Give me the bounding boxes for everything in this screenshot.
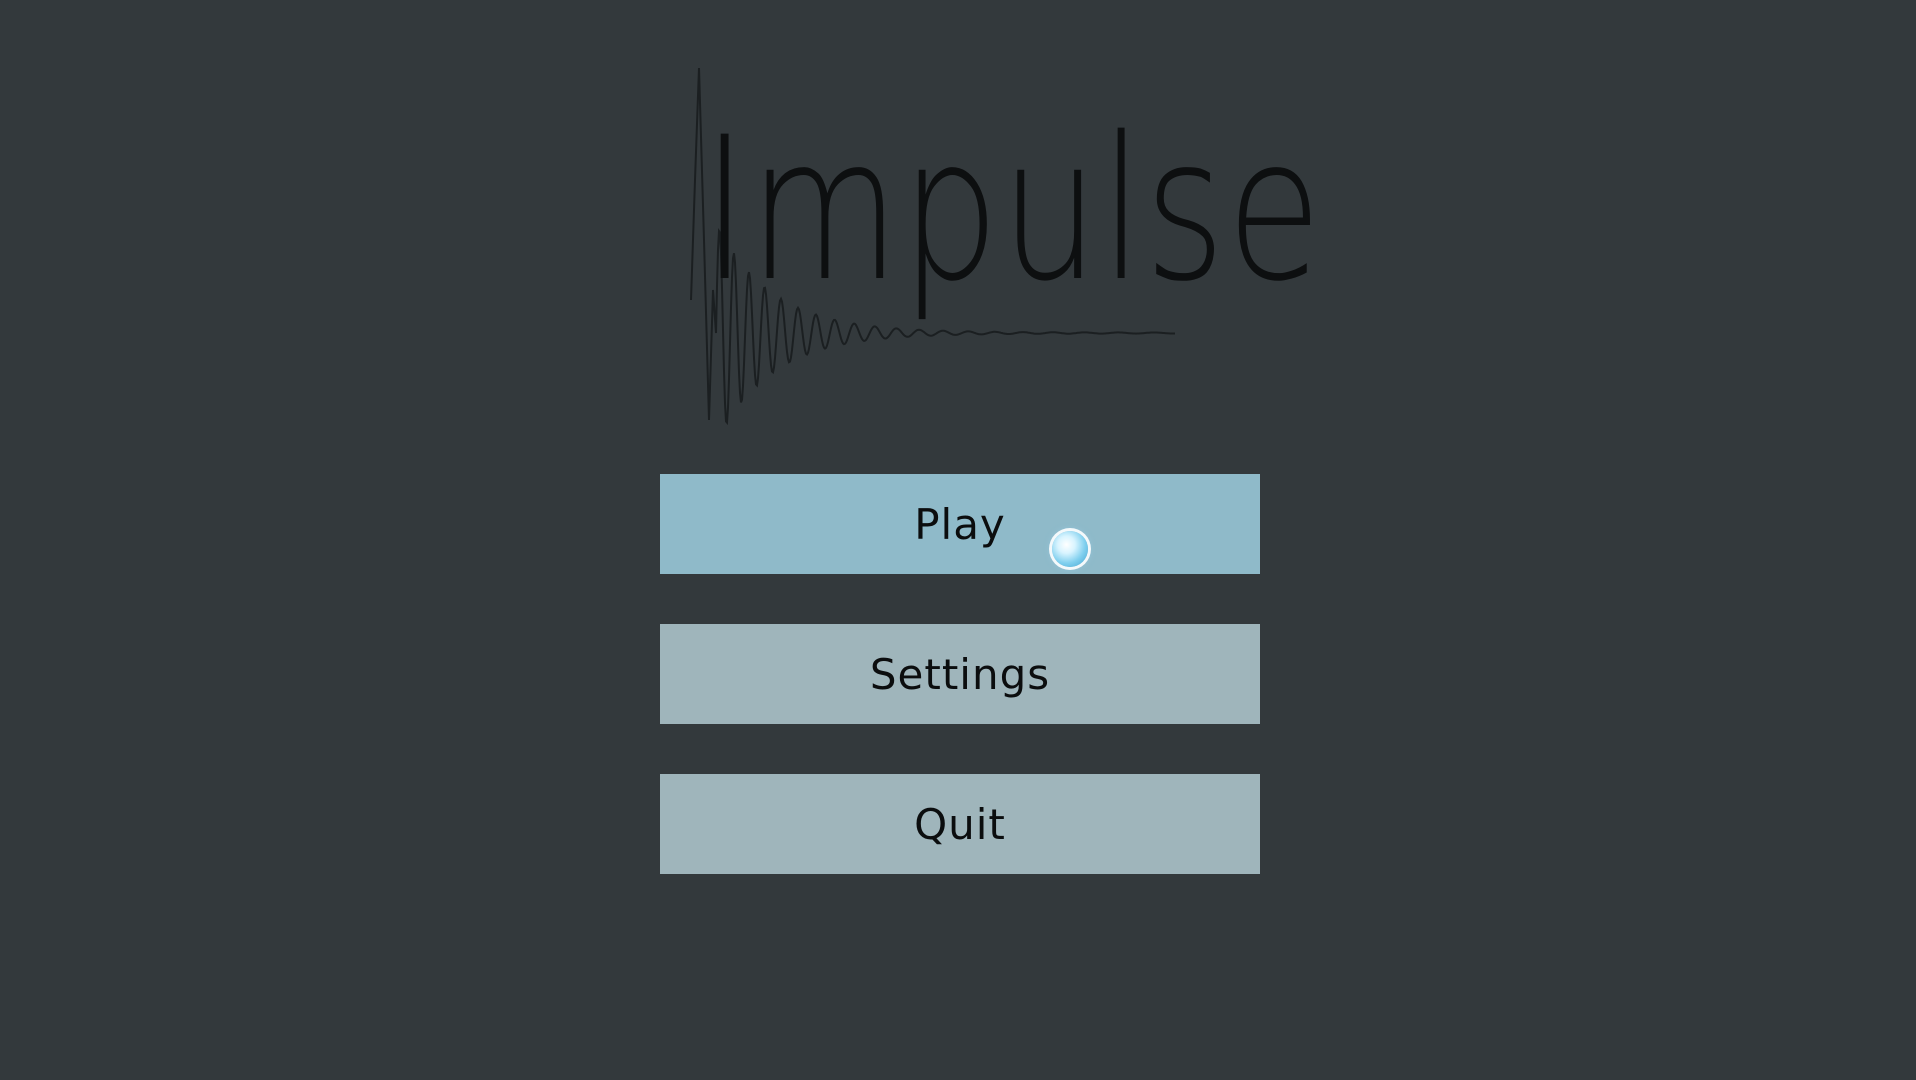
orb-cursor-icon xyxy=(1052,531,1088,567)
main-menu-screen: Impulse Play Settings Quit xyxy=(0,0,1916,1080)
settings-button[interactable]: Settings xyxy=(660,624,1260,724)
quit-button[interactable]: Quit xyxy=(660,774,1260,874)
game-title: Impulse xyxy=(702,94,1324,325)
main-menu: Play Settings Quit xyxy=(660,474,1260,924)
game-logo: Impulse xyxy=(680,60,1322,430)
play-button[interactable]: Play xyxy=(660,474,1260,574)
